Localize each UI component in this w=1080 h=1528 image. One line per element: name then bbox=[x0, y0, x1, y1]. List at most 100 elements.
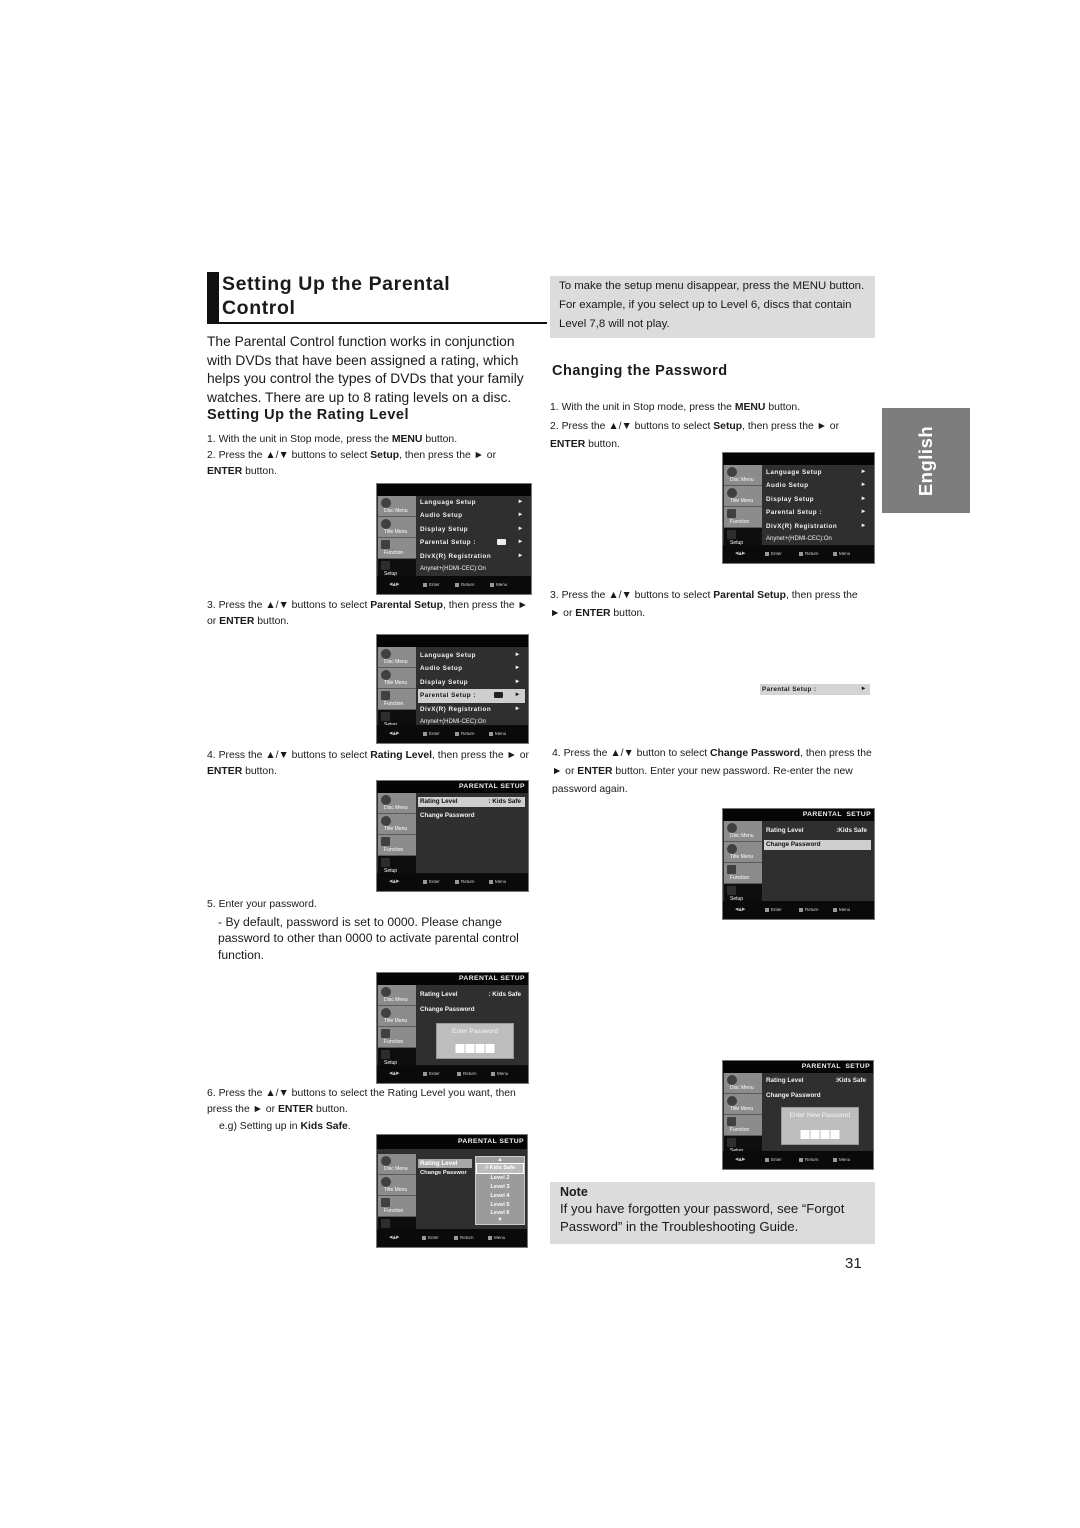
page-title-line-1: Setting Up the Parental bbox=[222, 273, 451, 295]
parental-setup-screen-new-password: PARENTAL SETUP Disc Menu Title Menu Func… bbox=[722, 1060, 874, 1170]
setup-menu-screen-2: Disc Menu Title Menu Function Setup Lang… bbox=[376, 634, 529, 744]
parental-setup-screen-1: PARENTAL SETUP Disc Menu Title Menu Func… bbox=[376, 780, 529, 892]
tab-function: Function bbox=[724, 1115, 762, 1136]
menu-item-parental-selected: Parental Setup : ► bbox=[418, 689, 525, 703]
tab-disc-menu: Disc Menu bbox=[378, 1154, 416, 1175]
rating-level-row: Rating Level: Kids Safe bbox=[420, 991, 521, 998]
function-icon bbox=[381, 540, 390, 549]
rating-step-2: 2. Press the ▲/▼ buttons to select Setup… bbox=[207, 450, 497, 477]
password-step-1: 1. With the unit in Stop mode, press the… bbox=[550, 402, 801, 413]
function-icon bbox=[381, 837, 390, 846]
rating-step-6-example: e.g) Setting up in Kids Safe. bbox=[219, 1121, 351, 1132]
setup-menu-screen-3: Disc Menu Title Menu Function Setup Lang… bbox=[722, 452, 875, 564]
nav-icon: ◂▴▸ bbox=[389, 581, 400, 588]
function-icon bbox=[727, 865, 736, 874]
screen-footer: ◂▴▸ Enter Return Menu bbox=[377, 576, 531, 594]
menu-item-audio: Audio Setup ► bbox=[420, 512, 524, 520]
tab-disc-menu: Disc Menu bbox=[724, 1073, 762, 1094]
function-icon bbox=[381, 1029, 390, 1038]
rating-step-5: 5. Enter your password. bbox=[207, 899, 317, 910]
title-icon bbox=[727, 844, 737, 854]
nav-icon: ◂▴▸ bbox=[735, 1156, 746, 1163]
change-password-row: Change Password bbox=[420, 1006, 475, 1014]
title-icon bbox=[727, 1096, 737, 1106]
disc-icon bbox=[381, 1156, 391, 1166]
tab-disc-menu: Disc Menu bbox=[378, 793, 416, 814]
tab-title-menu: Title Menu bbox=[378, 668, 416, 689]
rating-level-dropdown: ▲ √ Kids Safe Level 2 Level 3 Level 4 Le… bbox=[475, 1156, 525, 1225]
title-icon bbox=[727, 488, 737, 498]
enter-new-password-dialog: Enter New Password bbox=[781, 1107, 859, 1145]
menu-item-divx: DivX(R) Registration ► bbox=[420, 705, 521, 713]
page-number: 31 bbox=[845, 1255, 862, 1272]
level-option-4: Level 4 bbox=[490, 1193, 510, 1199]
rating-step-3: 3. Press the ▲/▼ buttons to select Paren… bbox=[207, 600, 528, 627]
menu-item-language: Language Setup ► bbox=[766, 469, 867, 476]
function-icon bbox=[727, 1117, 736, 1126]
title-icon bbox=[381, 519, 391, 529]
menu-item-audio: Audio Setup ► bbox=[766, 482, 867, 490]
password-section-heading: Changing the Password bbox=[552, 363, 728, 379]
menu-item-display: Display Setup ► bbox=[420, 525, 524, 533]
change-password-row: Change Password bbox=[420, 812, 475, 819]
tab-disc-menu: Disc Menu bbox=[378, 985, 416, 1006]
parental-setup-screen-levels: PARENTAL SETUP Disc Menu Title Menu Func… bbox=[376, 1134, 528, 1248]
level-option-2: Level 2 bbox=[490, 1175, 510, 1181]
title-icon bbox=[381, 1177, 391, 1187]
menu-item-audio: Audio Setup ► bbox=[420, 665, 521, 673]
tab-title-menu: Title Menu bbox=[724, 1094, 762, 1115]
level-option-3: Level 3 bbox=[490, 1184, 510, 1190]
note-box: Note If you have forgotten your password… bbox=[550, 1182, 875, 1244]
side-tabs: Disc Menu Title Menu Function Setup bbox=[378, 496, 416, 580]
disc-icon bbox=[727, 823, 737, 833]
function-icon bbox=[727, 509, 736, 518]
menu-item-language: Language Setup ► bbox=[420, 652, 521, 659]
password-digit-boxes bbox=[455, 1044, 495, 1053]
rating-section-heading: Setting Up the Rating Level bbox=[207, 407, 410, 423]
setup-menu-screen-1: Disc Menu Title Menu Function Setup Lang… bbox=[376, 483, 532, 595]
setup-icon bbox=[381, 561, 390, 570]
tab-function: Function bbox=[724, 507, 762, 528]
disc-icon bbox=[727, 1075, 737, 1085]
parental-setup-strip: Parental Setup : ► bbox=[760, 684, 870, 695]
tab-function: Function bbox=[378, 538, 416, 559]
enter-password-label: Enter Password bbox=[452, 1028, 498, 1035]
lock-icon bbox=[494, 692, 503, 699]
title-icon bbox=[381, 816, 391, 826]
nav-icon: ◂▴▸ bbox=[735, 550, 746, 557]
level-option-6: Level 6 bbox=[490, 1210, 510, 1216]
password-step-3: 3. Press the ▲/▼ buttons to select Paren… bbox=[550, 590, 858, 619]
rating-step-6: 6. Press the ▲/▼ buttons to select the R… bbox=[207, 1088, 516, 1115]
rating-level-row: Rating Level:Kids Safe bbox=[766, 1077, 866, 1084]
info-box: To make the setup menu disappear, press … bbox=[550, 276, 875, 338]
rating-step-5-note: - By default, password is set to 0000. P… bbox=[218, 915, 519, 962]
menu-item-display: Display Setup ► bbox=[766, 495, 867, 503]
tab-title-menu: Title Menu bbox=[378, 517, 416, 538]
screen-header bbox=[377, 484, 531, 496]
level-option-5: Level 5 bbox=[490, 1202, 510, 1208]
tab-title-menu: Title Menu bbox=[724, 842, 762, 863]
language-tab-label: English bbox=[915, 425, 936, 496]
change-password-row: Change Password bbox=[766, 1092, 821, 1100]
menu-item-language: Language Setup ► bbox=[420, 499, 524, 506]
page-title: Setting Up the Parental Control bbox=[207, 272, 547, 324]
enter-password-dialog: Enter Password bbox=[436, 1023, 514, 1059]
nav-icon: ◂▴▸ bbox=[389, 1070, 400, 1077]
password-step-4: 4. Press the ▲/▼ button to select Change… bbox=[552, 748, 872, 795]
nav-icon: ◂▴▸ bbox=[389, 730, 400, 737]
tab-function: Function bbox=[378, 1196, 416, 1217]
note-title: Note bbox=[560, 1185, 588, 1199]
lock-icon bbox=[497, 539, 506, 546]
disc-icon bbox=[727, 467, 737, 477]
setup-icon bbox=[727, 530, 736, 539]
intro-paragraph: The Parental Control function works in c… bbox=[207, 334, 524, 405]
disc-icon bbox=[381, 795, 391, 805]
menu-item-parental: Parental Setup : ► bbox=[420, 539, 524, 547]
password-step-2: 2. Press the ▲/▼ buttons to select Setup… bbox=[550, 421, 840, 450]
tab-disc-menu: Disc Menu bbox=[724, 465, 762, 486]
menu-item-divx: DivX(R) Registration ► bbox=[420, 552, 524, 560]
nav-icon: ◂▴▸ bbox=[735, 906, 746, 913]
disc-icon bbox=[381, 498, 391, 508]
nav-icon: ◂▴▸ bbox=[389, 1234, 400, 1241]
menu-item-parental: Parental Setup : ► bbox=[766, 509, 867, 517]
